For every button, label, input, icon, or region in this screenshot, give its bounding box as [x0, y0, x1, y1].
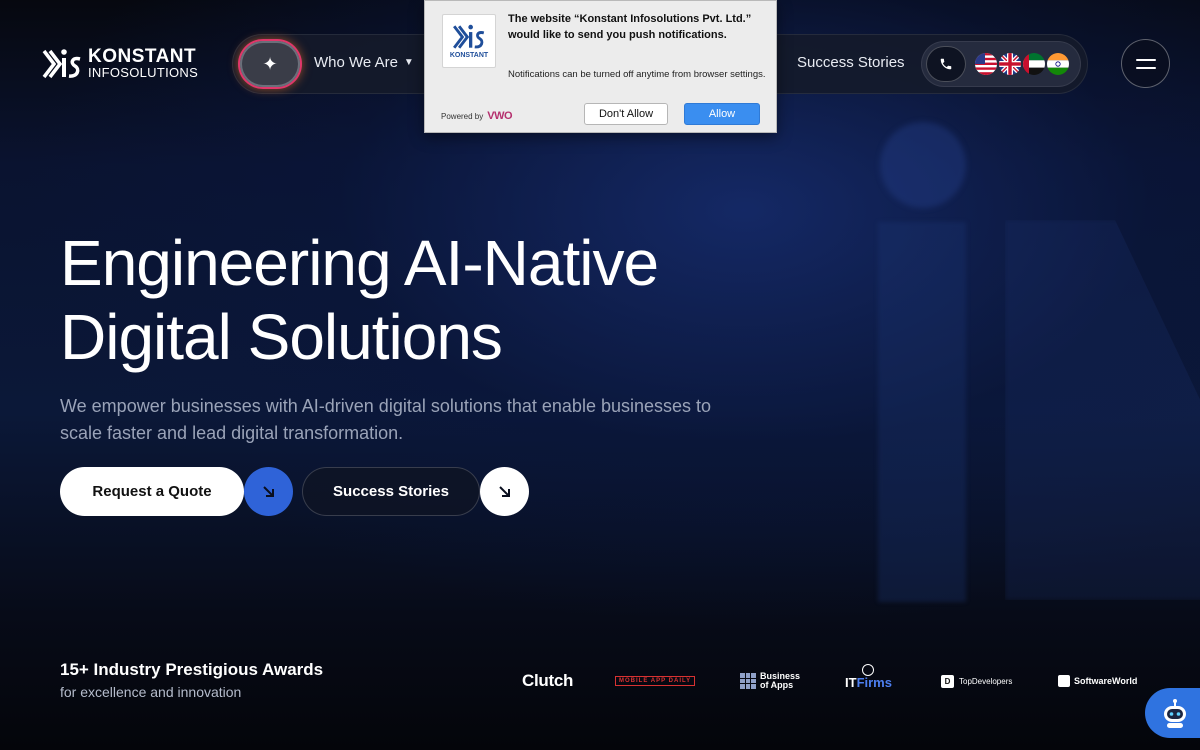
clutch-logo: Clutch [522, 671, 574, 690]
sparkle-icon: ✦ [262, 53, 278, 74]
grid-icon [740, 673, 756, 689]
allow-button[interactable]: Allow [684, 103, 760, 125]
chatbot-launcher[interactable] [1145, 688, 1200, 738]
itfirms-part-b: Firms [856, 675, 892, 690]
india-flag-icon[interactable] [1047, 53, 1069, 75]
softwareworld-text: SoftwareWorld [1074, 676, 1138, 686]
site-logo-text: KONSTANT [449, 52, 489, 59]
topdevelopers-logo: D TopDevelopers [941, 668, 1012, 694]
push-notification-dialog: KONSTANT The website “Konstant Infosolut… [424, 0, 777, 133]
topdevelopers-text: TopDevelopers [959, 676, 1013, 686]
notification-body: Notifications can be turned off anytime … [508, 69, 766, 80]
hamburger-menu-button[interactable] [1121, 39, 1170, 88]
us-flag-icon[interactable] [975, 53, 997, 75]
brand-name: KONSTANT [88, 46, 197, 67]
brand-tagline: INFOSOLUTIONS [88, 65, 199, 80]
business-of-apps-line2: of Apps [760, 680, 794, 690]
ai-assistant-button[interactable]: ✦ [240, 41, 300, 87]
topdevelopers-icon: D [941, 674, 954, 688]
success-stories-arrow-button[interactable] [480, 467, 529, 516]
softwareworld-logo: SoftwareWorld [1058, 668, 1137, 694]
phone-button[interactable] [926, 46, 966, 82]
arrow-down-right-icon [262, 485, 274, 497]
dont-allow-button[interactable]: Don't Allow [584, 103, 668, 125]
powered-by: Powered by VWO [441, 110, 513, 122]
business-of-apps-logo: Business of Apps [740, 668, 800, 694]
nav-who-we-are-label: Who We Are [314, 54, 398, 71]
hero-title-line2: Digital Solutions [60, 301, 503, 373]
phone-icon [940, 58, 952, 70]
itfirms-part-a: IT [845, 675, 857, 690]
uk-flag-icon[interactable] [999, 53, 1021, 75]
hero-title: Engineering AI-Native Digital Solutions [60, 226, 820, 374]
site-logo-icon: KONSTANT [442, 14, 496, 68]
awards-title: 15+ Industry Prestigious Awards [60, 660, 324, 679]
itfirms-logo: ITFirms [845, 664, 892, 690]
hero-title-line1: Engineering AI-Native [60, 227, 659, 299]
request-quote-arrow-button[interactable] [244, 467, 293, 516]
softwareworld-icon [1058, 675, 1070, 687]
brand-logo[interactable]: KONSTANT INFOSOLUTIONS [42, 47, 198, 81]
chevron-down-icon: ▼ [403, 57, 414, 68]
vwo-logo: VWO [487, 110, 513, 122]
konstant-logo-icon [42, 47, 82, 81]
mobile-app-daily-text: MOBILE APP DAILY [615, 676, 696, 686]
powered-by-label: Powered by [441, 111, 484, 121]
success-stories-button[interactable]: Success Stories [302, 467, 480, 516]
request-quote-button[interactable]: Request a Quote [60, 467, 244, 516]
mobile-app-daily-logo: MOBILE APP DAILY [615, 668, 696, 694]
chatbot-robot-icon [1164, 699, 1186, 728]
uae-flag-icon[interactable] [1023, 53, 1045, 75]
nav-who-we-are[interactable]: Who We Are ▼ [314, 54, 414, 71]
hero-subtitle: We empower businesses with AI-driven dig… [60, 396, 712, 443]
nav-success-stories[interactable]: Success Stories [797, 54, 905, 71]
awards-subtitle: for excellence and innovation [60, 684, 242, 700]
notification-title: The website “Konstant Infosolutions Pvt.… [508, 13, 752, 41]
hamburger-menu-icon [1135, 58, 1156, 61]
arrow-down-right-icon [498, 485, 510, 497]
